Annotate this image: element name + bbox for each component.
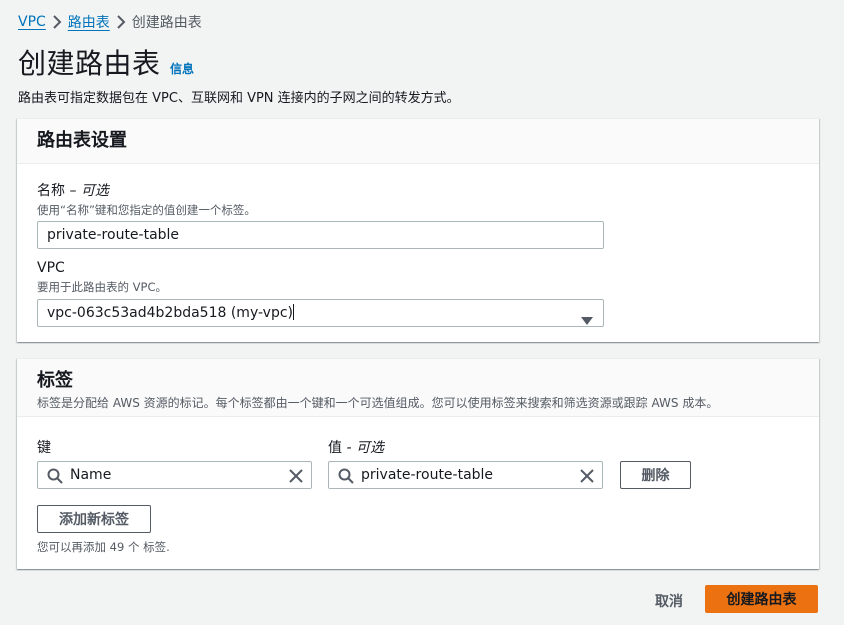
search-icon [47,468,63,488]
vpc-field-label: VPC [37,260,65,276]
tag-value-input[interactable]: private-route-table [328,461,603,489]
name-optional-text: – 可选 [69,183,109,199]
tags-remaining-hint: 您可以再添加 49 个 标签. [37,540,170,554]
tag-key-label: 键 [37,440,51,456]
breadcrumb-link-vpc[interactable]: VPC [18,14,46,30]
clear-icon[interactable] [579,468,595,488]
name-input[interactable]: private-route-table [37,221,604,249]
cancel-button[interactable]: 取消 [655,591,683,611]
breadcrumb: VPC 路由表 创建路由表 [18,12,202,32]
vpc-select[interactable]: vpc-063c53ad4b2bda518 (my-vpc) [37,299,604,327]
tags-panel: 标签 标签是分配给 AWS 资源的标记。每个标签都由一个键和一个可选值组成。您可… [17,358,819,569]
panel-header: 标签 标签是分配给 AWS 资源的标记。每个标签都由一个键和一个可选值组成。您可… [17,359,819,417]
clear-icon[interactable] [288,468,304,488]
breadcrumb-link-route-tables[interactable]: 路由表 [68,12,110,32]
chevron-right-icon [110,15,132,29]
route-table-settings-panel: 路由表设置 名称 – 可选 使用“名称”键和您指定的值创建一个标签。 priva… [17,118,819,342]
page-title: 创建路由表 [18,47,161,80]
add-tag-button[interactable]: 添加新标签 [37,505,151,533]
page-description: 路由表可指定数据包在 VPC、互联网和 VPN 连接内的子网之间的转发方式。 [18,91,460,106]
info-link[interactable]: 信息 [170,60,194,77]
tags-description: 标签是分配给 AWS 资源的标记。每个标签都由一个键和一个可选值组成。您可以使用… [37,396,719,410]
name-field-hint: 使用“名称”键和您指定的值创建一个标签。 [37,203,256,217]
tag-value-label-text: 值 [328,440,342,456]
create-route-table-button[interactable]: 创建路由表 [705,585,818,613]
chevron-right-icon [46,15,68,29]
breadcrumb-current: 创建路由表 [131,15,202,31]
name-label-text: 名称 [37,183,65,199]
search-icon [338,468,354,488]
vpc-field-hint: 要用于此路由表的 VPC。 [37,280,167,294]
panel-title: 标签 [37,370,73,391]
text-cursor [293,304,294,320]
tag-value-optional-text: - 可选 [346,440,384,456]
tag-value-label: 值 - 可选 [328,437,384,457]
remove-tag-button[interactable]: 删除 [620,461,691,489]
vpc-selected-value: vpc-063c53ad4b2bda518 (my-vpc) [47,305,293,321]
panel-header: 路由表设置 [17,119,819,164]
name-field-label: 名称 – 可选 [37,180,109,200]
tag-value-value: private-route-table [361,467,494,483]
caret-down-icon [581,309,593,335]
panel-title: 路由表设置 [37,130,127,151]
tag-key-value: Name [70,467,112,483]
tag-key-input[interactable]: Name [37,461,312,489]
